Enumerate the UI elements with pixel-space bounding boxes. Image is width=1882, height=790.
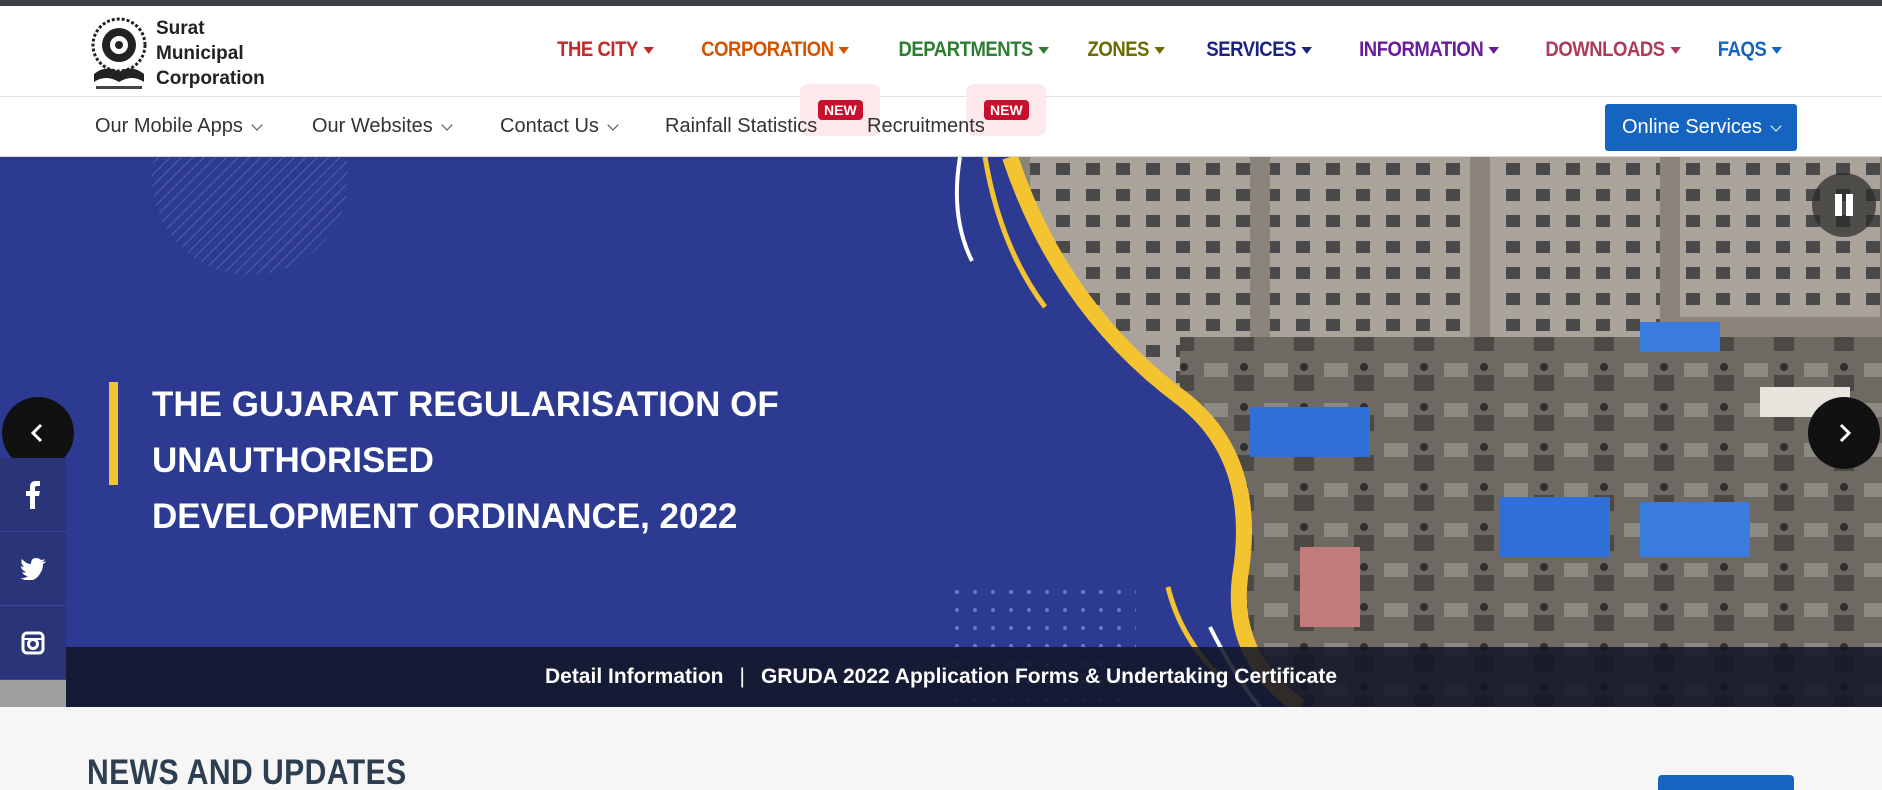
chevron-down-icon <box>1770 119 1782 132</box>
nav-label: THE CITY <box>556 38 638 61</box>
new-badge: NEW <box>984 100 1029 120</box>
instagram-icon <box>21 631 45 654</box>
subnav-label: Recruitments <box>867 115 985 137</box>
hero-title-line-2: DEVELOPMENT ORDINANCE, 2022 <box>152 497 738 536</box>
chevron-right-icon <box>1839 423 1852 443</box>
subnav-websites[interactable]: Our Websites <box>312 115 453 138</box>
hero-title-accent <box>109 382 118 485</box>
nav-label: SERVICES <box>1206 38 1297 61</box>
nav-services[interactable]: SERVICES <box>1206 38 1313 62</box>
sub-nav: Our Mobile Apps Our Websites Contact Us … <box>0 84 1882 157</box>
new-badge: NEW <box>818 100 863 120</box>
online-services-label: Online Services <box>1621 116 1763 138</box>
subnav-label: Rainfall Statistics <box>665 115 818 137</box>
chevron-down-icon <box>607 118 619 131</box>
caret-down-icon <box>1771 46 1782 54</box>
nav-label: INFORMATION <box>1359 38 1484 61</box>
subnav-mobile-apps[interactable]: Our Mobile Apps <box>95 115 263 138</box>
chevron-left-icon <box>30 423 43 443</box>
nav-label: DEPARTMENTS <box>898 38 1033 61</box>
twitter-icon <box>20 557 46 580</box>
hero-title-line-1: THE GUJARAT REGULARISATION OF UNAUTHORIS… <box>152 385 779 480</box>
pause-icon-bar <box>1846 194 1853 216</box>
nav-departments[interactable]: DEPARTMENTS <box>898 38 1049 62</box>
caret-down-icon <box>1153 46 1165 54</box>
instagram-link[interactable] <box>0 606 66 680</box>
caret-down-icon <box>1488 46 1500 54</box>
nav-faqs[interactable]: FAQS <box>1718 38 1782 62</box>
nav-zones[interactable]: ZONES <box>1087 38 1165 62</box>
twitter-link[interactable] <box>0 532 66 606</box>
nav-information[interactable]: INFORMATION <box>1359 38 1500 62</box>
logo-line-1: Surat <box>156 17 205 39</box>
subnav-label: Our Websites <box>312 115 433 137</box>
hero-caption-bar: Detail Information | GRUDA 2022 Applicat… <box>0 647 1882 707</box>
nav-the-city[interactable]: THE CITY <box>557 38 654 62</box>
caret-down-icon <box>1670 46 1681 54</box>
nav-corporation[interactable]: CORPORATION <box>702 38 850 62</box>
nav-label: FAQS <box>1717 38 1767 61</box>
caret-down-icon <box>1037 46 1049 54</box>
hero-title[interactable]: THE GUJARAT REGULARISATION OF UNAUTHORIS… <box>152 377 1052 545</box>
logo-line-3: Corporation <box>156 67 265 89</box>
nav-label: ZONES <box>1087 38 1149 61</box>
subnav-label: Our Mobile Apps <box>95 115 243 137</box>
logo-line-2: Municipal <box>156 42 244 64</box>
nav-label: CORPORATION <box>701 38 835 61</box>
news-section-title: NEWS AND UPDATES <box>87 753 407 790</box>
subnav-label: Contact Us <box>500 115 599 137</box>
chevron-down-icon <box>441 118 453 131</box>
carousel-pause-button[interactable] <box>1812 173 1876 237</box>
facebook-link[interactable] <box>0 458 66 532</box>
caret-down-icon <box>839 46 850 54</box>
main-nav: THE CITY CORPORATION DEPARTMENTS ZONES S… <box>544 38 1782 62</box>
detail-information-link[interactable]: Detail Information <box>545 665 724 689</box>
caret-down-icon <box>642 46 654 54</box>
logo[interactable]: Surat Municipal Corporation <box>88 12 265 94</box>
subnav-rainfall-statistics[interactable]: Rainfall Statistics <box>665 115 817 138</box>
subnav-recruitments[interactable]: Recruitments <box>867 115 985 138</box>
nav-downloads[interactable]: DOWNLOADS <box>1546 38 1681 62</box>
nav-label: DOWNLOADS <box>1545 38 1666 61</box>
carousel-next-button[interactable] <box>1808 397 1880 469</box>
subnav-contact-us[interactable]: Contact Us <box>500 115 619 138</box>
gruda-forms-link[interactable]: GRUDA 2022 Application Forms & Undertaki… <box>761 665 1337 689</box>
online-services-button[interactable]: Online Services <box>1605 104 1797 151</box>
logo-text: Surat Municipal Corporation <box>156 16 265 91</box>
smc-emblem-icon <box>88 12 150 94</box>
caption-separator: | <box>739 665 745 688</box>
hero-carousel: THE GUJARAT REGULARISATION OF UNAUTHORIS… <box>0 157 1882 707</box>
news-section: NEWS AND UPDATES <box>0 707 1882 790</box>
chevron-down-icon <box>251 118 263 131</box>
facebook-icon <box>26 480 40 509</box>
header: Surat Municipal Corporation THE CITY COR… <box>0 6 1882 97</box>
news-view-all-button[interactable] <box>1658 775 1794 790</box>
pause-icon-bar <box>1835 194 1842 216</box>
caret-down-icon <box>1301 46 1313 54</box>
